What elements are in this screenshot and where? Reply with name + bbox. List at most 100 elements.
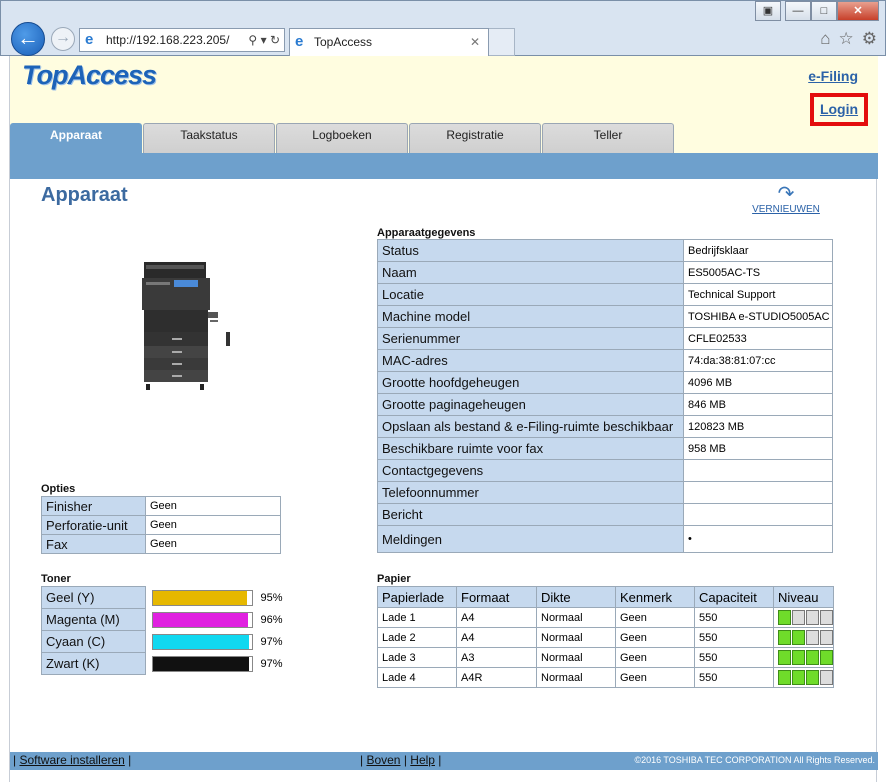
- refresh-icon[interactable]: ↻: [270, 33, 280, 47]
- level-segment: [778, 670, 791, 685]
- copyright: ©2016 TOSHIBA TEC CORPORATION All Rights…: [634, 755, 875, 765]
- level-segment: [792, 630, 805, 645]
- paper-cell-kenmerk: Geen: [615, 627, 695, 648]
- paper-cell-lade: Lade 4: [377, 667, 457, 688]
- refresh-icon: ↷: [777, 183, 795, 205]
- device-value: 846 MB: [683, 393, 833, 416]
- paper-header-1: Formaat: [456, 586, 537, 608]
- dropdown-icon[interactable]: ▾: [261, 33, 267, 47]
- option-label: Fax: [41, 534, 146, 554]
- level-segment: [806, 650, 819, 665]
- login-link[interactable]: Login: [810, 93, 868, 126]
- paper-level-cell: [773, 647, 834, 668]
- system-menu-icon[interactable]: ▣: [755, 1, 781, 21]
- level-segment: [806, 610, 819, 625]
- address-bar[interactable]: e http://192.168.223.205/ ⚲ ▾ ↻: [79, 28, 285, 52]
- level-segment: [820, 610, 833, 625]
- level-segment: [792, 670, 805, 685]
- device-label: Opslaan als bestand & e-Filing-ruimte be…: [377, 415, 684, 438]
- paper-row: Lade 2 A4 Normaal Geen 550: [377, 627, 834, 648]
- toner-row: Geel (Y) 95%: [41, 586, 294, 609]
- device-section-title: Apparaatgegevens: [377, 227, 476, 239]
- device-value: [683, 459, 833, 482]
- back-arrow-icon[interactable]: ←: [11, 22, 45, 56]
- device-value: 958 MB: [683, 437, 833, 460]
- window-controls: ▣ — □ ✕: [755, 1, 879, 21]
- device-row: Machine model TOSHIBA e-STUDIO5005AC: [377, 305, 833, 328]
- tab-taakstatus[interactable]: Taakstatus: [143, 123, 275, 153]
- paper-level-indicator: [778, 650, 833, 665]
- device-label: Grootte hoofdgeheugen: [377, 371, 684, 394]
- refresh-label: VERNIEUWEN: [752, 204, 820, 215]
- paper-cell-capaciteit: 550: [694, 627, 774, 648]
- level-segment: [820, 630, 833, 645]
- toner-row: Zwart (K) 97%: [41, 652, 294, 675]
- paper-cell-lade: Lade 2: [377, 627, 457, 648]
- new-tab-button[interactable]: [489, 28, 515, 56]
- tab-title: TopAccess: [314, 35, 373, 49]
- paper-cell-lade: Lade 1: [377, 607, 457, 628]
- tab-teller[interactable]: Teller: [542, 123, 674, 153]
- page-title: Apparaat: [41, 184, 128, 206]
- browser-tab[interactable]: e TopAccess ✕: [289, 28, 489, 56]
- toner-percent: 96%: [260, 613, 283, 626]
- level-segment: [820, 670, 833, 685]
- close-window-icon[interactable]: ✕: [837, 1, 879, 21]
- paper-level-cell: [773, 667, 834, 688]
- device-row: Serienummer CFLE02533: [377, 327, 833, 350]
- device-label: Serienummer: [377, 327, 684, 350]
- paper-header-5: Niveau: [773, 586, 834, 608]
- device-value: [683, 481, 833, 504]
- device-label: Telefoonnummer: [377, 481, 684, 504]
- efiling-link[interactable]: e-Filing: [808, 68, 858, 84]
- browser-chrome: ▣ — □ ✕ ← → e http://192.168.223.205/ ⚲ …: [0, 0, 886, 56]
- device-label: Machine model: [377, 305, 684, 328]
- paper-cell-dikte: Normaal: [536, 667, 616, 688]
- paper-cell-capaciteit: 550: [694, 647, 774, 668]
- maximize-icon[interactable]: □: [811, 1, 837, 21]
- tab-registratie[interactable]: Registratie: [409, 123, 541, 153]
- paper-cell-dikte: Normaal: [536, 607, 616, 628]
- toner-label: Zwart (K): [41, 652, 146, 675]
- level-segment: [778, 650, 791, 665]
- device-row: Telefoonnummer: [377, 481, 833, 504]
- top-link[interactable]: Boven: [366, 753, 400, 767]
- install-software-link[interactable]: Software installeren: [19, 753, 124, 767]
- option-value: Geen: [145, 496, 281, 516]
- star-icon[interactable]: ☆: [839, 29, 854, 49]
- minimize-icon[interactable]: —: [785, 1, 811, 21]
- paper-cell-kenmerk: Geen: [615, 607, 695, 628]
- tab-apparaat[interactable]: Apparaat: [10, 123, 142, 153]
- toner-row: Cyaan (C) 97%: [41, 630, 294, 653]
- paper-level-indicator: [778, 610, 833, 625]
- paper-header-2: Dikte: [536, 586, 616, 608]
- device-value: 120823 MB: [683, 415, 833, 438]
- help-link[interactable]: Help: [410, 753, 435, 767]
- device-row: Status Bedrijfsklaar: [377, 239, 833, 262]
- browser-toolbar-icons: ⌂ ☆ ⚙: [820, 29, 877, 49]
- paper-header-4: Capaciteit: [694, 586, 774, 608]
- footer-left: | Software installeren |: [13, 753, 132, 767]
- device-row: Grootte paginageheugen 846 MB: [377, 393, 833, 416]
- device-row: MAC-adres 74:da:38:81:07:cc: [377, 349, 833, 372]
- device-row: Opslaan als bestand & e-Filing-ruimte be…: [377, 415, 833, 438]
- toner-percent: 95%: [260, 591, 283, 604]
- device-label: Meldingen: [377, 525, 684, 553]
- device-row: Contactgegevens: [377, 459, 833, 482]
- device-value: Technical Support: [683, 283, 833, 306]
- search-icon[interactable]: ⚲: [248, 33, 257, 47]
- gear-icon[interactable]: ⚙: [862, 29, 877, 49]
- toner-level-bar: [152, 655, 253, 672]
- device-row: Grootte hoofdgeheugen 4096 MB: [377, 371, 833, 394]
- toner-table: Geel (Y) 95% Magenta (M) 96% Cyaan (C) 97% Zwa…: [41, 586, 294, 675]
- paper-header-3: Kenmerk: [615, 586, 695, 608]
- paper-cell-kenmerk: Geen: [615, 667, 695, 688]
- close-icon[interactable]: ✕: [470, 29, 480, 55]
- footer: | Software installeren | | Boven | Help …: [10, 752, 878, 770]
- refresh-button[interactable]: ↷ VERNIEUWEN: [752, 184, 820, 215]
- forward-arrow-icon[interactable]: →: [51, 27, 75, 51]
- tab-logboeken[interactable]: Logboeken: [276, 123, 408, 153]
- address-tools[interactable]: ⚲ ▾ ↻: [248, 29, 280, 51]
- device-label: MAC-adres: [377, 349, 684, 372]
- home-icon[interactable]: ⌂: [820, 29, 830, 49]
